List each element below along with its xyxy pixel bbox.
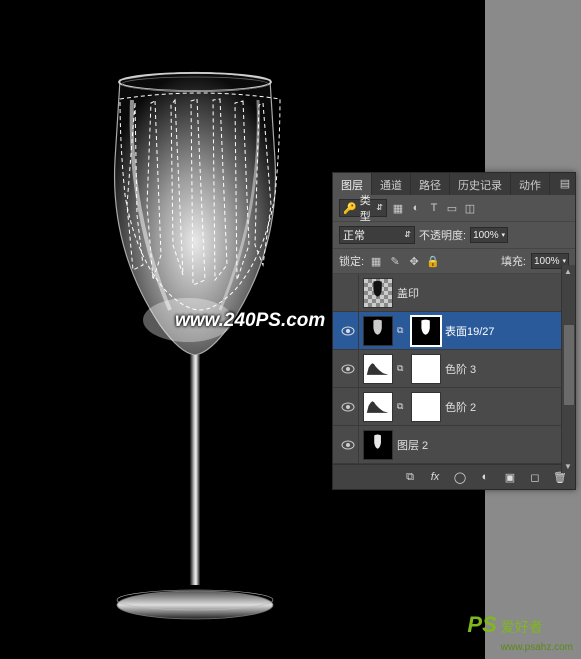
lock-position-icon[interactable]: ✥ [407,254,421,268]
chevron-down-icon: ▾ [502,231,506,239]
fill-label: 填充: [501,253,526,269]
filter-kind-select[interactable]: 🔑 类型 ⇵ [339,199,387,217]
lock-pixels-icon[interactable]: ✎ [388,254,402,268]
lock-icons-group: ▦ ✎ ✥ 🔒 [369,254,440,268]
panel-footer: ⧉ fx ◯ ◐ ▣ ◻ 🗑 [333,464,575,489]
layer-name-label[interactable]: 图层 2 [397,437,571,453]
chevron-updown-icon: ⇵ [376,204,383,212]
visibility-toggle[interactable] [337,350,359,387]
visibility-toggle[interactable] [337,426,359,463]
ps-logo-text: PS [467,612,496,638]
layer-thumbnail[interactable] [363,316,393,346]
layer-mask-thumbnail[interactable] [411,354,441,384]
blend-row: 正常 ⇵ 不透明度: 100% ▾ [333,222,575,249]
new-adjustment-icon[interactable]: ◐ [474,468,496,486]
layers-panel: 图层 通道 路径 历史记录 动作 ▤ 🔑 类型 ⇵ ▦ ◐ T ▭ ◫ 正常 ⇵… [332,172,576,490]
layers-scrollbar[interactable] [561,265,575,473]
tab-history[interactable]: 历史记录 [450,173,511,195]
filter-adjust-icon[interactable]: ◐ [409,201,423,215]
layer-thumbnail[interactable] [363,278,393,308]
lock-transparency-icon[interactable]: ▦ [369,254,383,268]
opacity-input[interactable]: 100% ▾ [470,227,508,243]
layer-mask-thumbnail[interactable] [411,392,441,422]
lock-label: 锁定: [339,253,364,269]
layer-row[interactable]: 图层 2 [333,426,575,464]
filter-row: 🔑 类型 ⇵ ▦ ◐ T ▭ ◫ [333,195,575,222]
layer-row[interactable]: ⧉ 色阶 2 [333,388,575,426]
layer-fx-icon[interactable]: fx [424,468,446,486]
adjustment-thumbnail[interactable] [363,354,393,384]
adjustment-thumbnail[interactable] [363,392,393,422]
visibility-toggle[interactable] [337,274,359,311]
tab-channels[interactable]: 通道 [372,173,411,195]
filter-pixel-icon[interactable]: ▦ [391,201,405,215]
blend-mode-select[interactable]: 正常 ⇵ [339,226,415,244]
layer-mask-thumbnail[interactable] [411,316,441,346]
link-icon: ⧉ [397,401,407,412]
layer-row[interactable]: ⧉ 表面19/27 [333,312,575,350]
opacity-label: 不透明度: [419,227,466,243]
center-watermark: www.240PS.com [175,310,325,332]
lock-all-icon[interactable]: 🔒 [426,254,440,268]
bottom-right-watermark: PS 爱好者 www.psahz.com [467,612,573,653]
chevron-down-icon: ▾ [562,257,566,265]
kind-icon: 🔑 [343,202,357,215]
filter-type-icon[interactable]: T [427,201,441,215]
add-mask-icon[interactable]: ◯ [449,468,471,486]
visibility-toggle[interactable] [337,312,359,349]
new-layer-icon[interactable]: ◻ [524,468,546,486]
layer-name-label[interactable]: 表面19/27 [445,323,571,339]
filter-shape-icon[interactable]: ▭ [445,201,459,215]
layer-row[interactable]: 盖印 [333,274,575,312]
layer-name-label[interactable]: 色阶 3 [445,361,571,377]
chevron-updown-icon: ⇵ [404,231,411,239]
link-icon: ⧉ [397,363,407,374]
panel-menu-icon[interactable]: ▤ [555,173,575,195]
tab-paths[interactable]: 路径 [411,173,450,195]
marching-ants-selection [105,85,295,325]
layer-name-label[interactable]: 盖印 [397,285,571,301]
link-layers-icon[interactable]: ⧉ [399,468,421,486]
visibility-toggle[interactable] [337,388,359,425]
scrollbar-thumb[interactable] [564,325,574,405]
layer-name-label[interactable]: 色阶 2 [445,399,571,415]
filter-smart-icon[interactable]: ◫ [463,201,477,215]
layer-row[interactable]: ⧉ 色阶 3 [333,350,575,388]
tab-actions[interactable]: 动作 [511,173,550,195]
lock-row: 锁定: ▦ ✎ ✥ 🔒 填充: 100% ▾ [333,249,575,274]
layer-thumbnail[interactable] [363,430,393,460]
new-group-icon[interactable]: ▣ [499,468,521,486]
layers-list: 盖印 ⧉ 表面19/27 ⧉ 色阶 3 [333,274,575,464]
link-icon: ⧉ [397,325,407,336]
